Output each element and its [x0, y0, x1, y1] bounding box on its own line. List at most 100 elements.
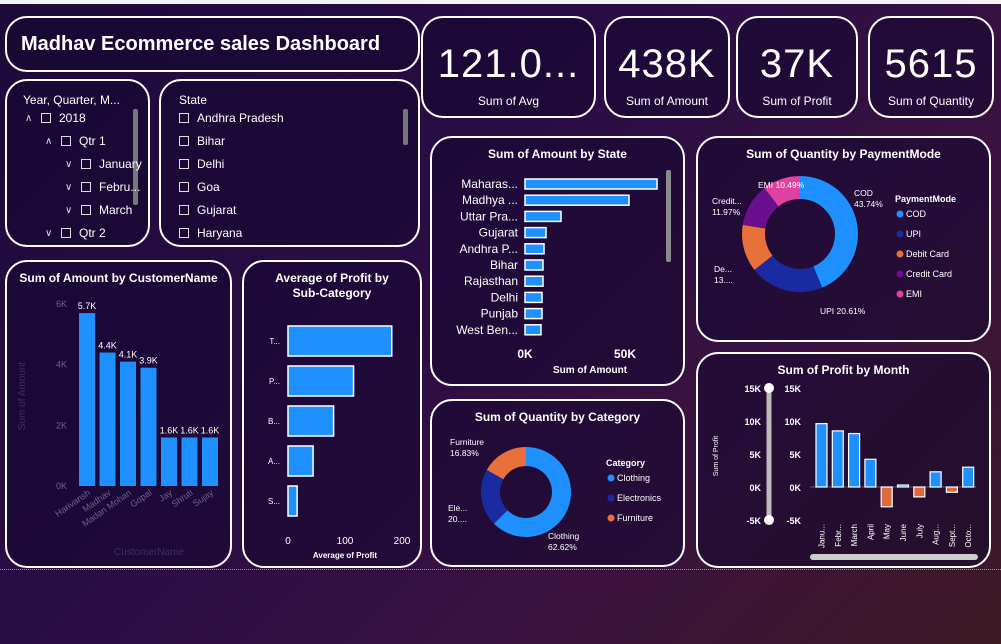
checkbox[interactable]	[81, 182, 91, 192]
slice-label: 16.83%	[450, 448, 479, 458]
y-tick-label: T...	[269, 337, 280, 346]
slicer-item[interactable]: ∨ Febru...	[65, 180, 140, 194]
slicer-item[interactable]: Andhra Pradesh	[179, 111, 284, 125]
slicer-scrollbar[interactable]	[403, 109, 408, 145]
checkbox[interactable]	[179, 205, 189, 215]
checkbox[interactable]	[179, 159, 189, 169]
slicer-item[interactable]: ∨ Qtr 2	[45, 226, 106, 240]
slicer-item[interactable]: ∧ Qtr 1	[45, 134, 106, 148]
profit-by-subcategory-chart[interactable]: T... P... B... A... S... 0 100 200 Average of Pr…	[244, 306, 422, 566]
bar[interactable]	[287, 365, 355, 397]
checkbox[interactable]	[179, 113, 189, 123]
checkbox[interactable]	[81, 205, 91, 215]
bar[interactable]	[896, 484, 910, 488]
bar[interactable]	[524, 307, 543, 320]
y-tick-label: Madhya ...	[462, 193, 518, 207]
bar[interactable]	[140, 367, 157, 486]
bar[interactable]	[524, 275, 544, 287]
state-slicer[interactable]: State Andhra Pradesh Bihar Delhi Goa Gujarat…	[159, 79, 420, 247]
bar[interactable]	[848, 432, 861, 488]
bar[interactable]	[79, 313, 95, 486]
checkbox[interactable]	[179, 182, 189, 192]
bar[interactable]	[287, 485, 298, 517]
bar[interactable]	[913, 486, 926, 498]
bar[interactable]	[524, 259, 544, 271]
slicer-item[interactable]: Delhi	[179, 157, 224, 171]
amount-by-customer-chart[interactable]: Sum of Amount0K2K4K6K 5.7KHarivansh4.4KMa…	[7, 286, 232, 566]
slicer-item[interactable]: ∧ 2018	[25, 111, 86, 125]
chart-scrollbar[interactable]	[666, 170, 671, 262]
quantity-by-category-chart[interactable]: Clothing62.62%Ele...20....Furniture16.83…	[432, 425, 685, 567]
slicer-item[interactable]: ∨ March	[65, 203, 132, 217]
kpi-card-quantity: 5615 Sum of Quantity	[868, 16, 994, 118]
bar[interactable]	[524, 324, 542, 336]
slicer-item[interactable]: Haryana	[179, 226, 242, 240]
checkbox[interactable]	[81, 159, 91, 169]
y-tick-label: 6K	[56, 299, 67, 309]
bar[interactable]	[120, 361, 136, 486]
chevron-up-icon[interactable]: ∧	[25, 113, 39, 124]
checkbox[interactable]	[61, 228, 71, 238]
chart-title: Average of Profit by Sub-Category	[275, 271, 389, 300]
bar[interactable]	[864, 458, 877, 488]
bar[interactable]	[962, 466, 975, 488]
bar[interactable]	[202, 437, 218, 486]
chart-title: Sum of Profit by Month	[777, 363, 910, 377]
slicer-item-label: March	[99, 203, 133, 217]
date-hierarchy-slicer[interactable]: Year, Quarter, M... ∧ 2018 ∧ Qtr 1 ∨ January ∨…	[5, 79, 150, 247]
x-tick-label: July	[915, 524, 924, 538]
x-tick-label: Aug...	[932, 524, 941, 545]
chevron-up-icon[interactable]: ∧	[45, 136, 59, 147]
chevron-down-icon[interactable]: ∨	[65, 159, 79, 170]
bar[interactable]	[524, 243, 545, 255]
bar[interactable]	[181, 437, 198, 486]
checkbox[interactable]	[179, 228, 189, 238]
bar[interactable]	[287, 325, 393, 357]
bar[interactable]	[287, 445, 314, 477]
chevron-down-icon[interactable]: ∨	[65, 182, 79, 193]
y-tick-label: 2K	[56, 420, 67, 430]
legend-marker	[896, 270, 904, 278]
profit-by-month-card: Sum of Profit by Month 15K 10K 5K 0K -5K Sum …	[696, 352, 991, 568]
bar[interactable]	[524, 226, 547, 239]
slicer-item[interactable]: Goa	[179, 180, 220, 194]
horizontal-scrollbar[interactable]	[810, 554, 978, 560]
bar[interactable]	[99, 352, 116, 486]
data-label: 1.6K	[160, 425, 179, 435]
chart-title: Sum of Amount by State	[488, 147, 627, 161]
y-axis-label: Sum of Amount	[17, 362, 28, 431]
kpi-label: Sum of Quantity	[887, 94, 975, 108]
bar[interactable]	[815, 423, 828, 488]
legend-marker	[607, 474, 615, 482]
checkbox[interactable]	[179, 136, 189, 146]
bar[interactable]	[524, 194, 630, 206]
bar[interactable]	[524, 178, 658, 190]
bar[interactable]	[161, 437, 177, 486]
chevron-down-icon[interactable]: ∨	[65, 205, 79, 216]
slicer-item-label: Goa	[197, 180, 220, 194]
x-tick-label: Janu...	[818, 524, 827, 548]
checkbox[interactable]	[61, 136, 71, 146]
y-tick-label: 5K	[789, 450, 801, 460]
bar[interactable]	[524, 210, 562, 223]
bar[interactable]	[929, 471, 942, 488]
x-tick-label: Sujay	[191, 487, 216, 508]
y-tick-label: 15K	[784, 384, 801, 394]
amount-by-state-chart[interactable]: Maharas... Madhya ... Uttar Pra... Gujarat A…	[432, 162, 685, 384]
slice-label: Furniture	[450, 437, 484, 447]
quantity-by-paymentmode-chart[interactable]: COD43.74%UPI 20.61%De...13....Credit...1…	[698, 162, 991, 342]
top-toolbar-strip	[0, 0, 1001, 4]
slicer-item[interactable]: Bihar	[179, 134, 225, 148]
chevron-down-icon[interactable]: ∨	[45, 228, 59, 239]
y-tick-label: Uttar Pra...	[460, 209, 518, 223]
slicer-item[interactable]: ∨ January	[65, 157, 142, 171]
x-tick-label: 100	[337, 536, 354, 547]
bar[interactable]	[287, 405, 335, 437]
checkbox[interactable]	[41, 113, 51, 123]
bar[interactable]	[524, 291, 543, 304]
bar[interactable]	[945, 486, 958, 493]
bar[interactable]	[831, 430, 844, 488]
profit-by-month-chart[interactable]: 15K 10K 5K 0K -5K Sum of Profit 15K 10K 5K 0K -5K J…	[698, 376, 991, 568]
slicer-item[interactable]: Gujarat	[179, 203, 236, 217]
bar[interactable]	[880, 486, 893, 508]
